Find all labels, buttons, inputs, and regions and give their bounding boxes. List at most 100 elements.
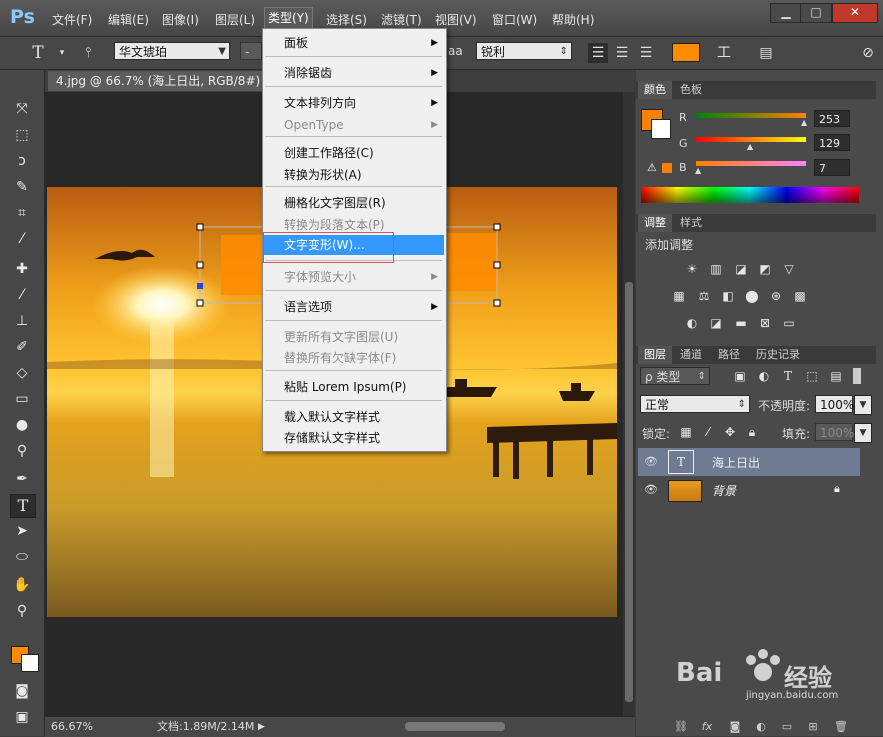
layer-name[interactable]: 背景: [712, 482, 736, 499]
new-adjustment-icon[interactable]: ◐: [754, 720, 768, 733]
exposure-icon[interactable]: ◩: [757, 262, 773, 276]
cancel-icon[interactable]: ⊘: [858, 43, 878, 63]
hand-tool-icon[interactable]: ✋: [10, 574, 34, 596]
tab-color[interactable]: 颜色: [638, 81, 672, 99]
link-layers-icon[interactable]: ⛓: [674, 720, 688, 733]
menu-image[interactable]: 图像(I): [162, 11, 199, 28]
b-slider-handle[interactable]: ▲: [695, 166, 701, 175]
menu-item-replace-missing-fonts[interactable]: 替换所有欠缺字体(F): [263, 348, 444, 368]
tab-history[interactable]: 历史记录: [750, 346, 806, 364]
filter-adjust-icon[interactable]: ◐: [756, 369, 772, 383]
align-right-icon[interactable]: ☰: [636, 43, 656, 63]
text-color-swatch[interactable]: [672, 43, 700, 62]
hue-icon[interactable]: ▦: [671, 289, 687, 303]
font-style-select[interactable]: -: [240, 42, 262, 60]
add-mask-icon[interactable]: ◙: [728, 720, 742, 733]
lasso-tool-icon[interactable]: ↄ: [10, 150, 34, 172]
eraser-tool-icon[interactable]: ◇: [10, 362, 34, 384]
tab-swatches[interactable]: 色板: [674, 81, 708, 99]
invert-icon[interactable]: ◐: [684, 316, 700, 330]
marquee-tool-icon[interactable]: ⬚: [10, 124, 34, 146]
brightness-icon[interactable]: ☀: [684, 262, 700, 276]
layer-filter-select[interactable]: ρ 类型 ⇕: [640, 367, 710, 385]
fill-input[interactable]: 100%: [815, 423, 854, 441]
ellipse-tool-icon[interactable]: ⬭: [10, 546, 34, 568]
blur-tool-icon[interactable]: ●: [10, 414, 34, 436]
background-color-swatch[interactable]: [21, 654, 39, 672]
align-center-icon[interactable]: ☰: [612, 43, 632, 63]
visibility-eye-icon[interactable]: 👁︎: [644, 483, 658, 496]
menu-filter[interactable]: 滤镜(T): [381, 11, 422, 28]
warp-text-icon[interactable]: 工: [714, 43, 734, 63]
tab-adjustments[interactable]: 调整: [638, 214, 672, 232]
antialias-select[interactable]: 锐利 ⇕: [476, 42, 572, 60]
color-background-swatch[interactable]: [651, 119, 671, 139]
b-slider[interactable]: [696, 161, 806, 166]
chevron-down-icon[interactable]: ▾: [52, 43, 72, 63]
color-lookup-icon[interactable]: ▩: [792, 289, 808, 303]
menu-item-opentype[interactable]: OpenType ▶: [263, 115, 444, 135]
type-tool-icon[interactable]: T: [28, 43, 48, 63]
zoom-level[interactable]: 66.67%: [51, 717, 93, 737]
brush-tool-icon[interactable]: ⁄: [10, 284, 34, 306]
crop-tool-icon[interactable]: ⌗: [10, 202, 34, 224]
curves-icon[interactable]: ◪: [733, 262, 749, 276]
warning-icon[interactable]: ⚠: [647, 161, 657, 174]
menu-file[interactable]: 文件(F): [52, 11, 92, 28]
chevron-down-icon[interactable]: ▼: [854, 423, 872, 443]
r-value[interactable]: 253: [814, 110, 850, 127]
menu-item-text-orientation[interactable]: 文本排列方向 ▶: [263, 93, 444, 113]
tab-styles[interactable]: 样式: [674, 214, 708, 232]
menu-item-anti-alias[interactable]: 消除锯齿 ▶: [263, 63, 444, 83]
new-group-icon[interactable]: ▭: [780, 720, 794, 733]
pen-tool-icon[interactable]: ✒: [10, 468, 34, 490]
tab-layers[interactable]: 图层: [638, 346, 672, 364]
document-tab[interactable]: 4.jpg @ 66.7% (海上日出, RGB/8#) *: [48, 71, 288, 91]
menu-item-panel[interactable]: 面板 ▶: [263, 33, 444, 53]
maximize-button[interactable]: □: [800, 3, 832, 23]
scroll-thumb[interactable]: [625, 282, 633, 702]
selective-color-icon[interactable]: ⊠: [757, 316, 773, 330]
menu-item-rasterize-type-layer[interactable]: 栅格化文字图层(R): [263, 193, 444, 213]
filter-smart-icon[interactable]: ▤: [828, 369, 844, 383]
character-panel-icon[interactable]: ▤: [756, 43, 776, 63]
menu-window[interactable]: 窗口(W): [492, 11, 537, 28]
horizontal-scrollbar[interactable]: [405, 722, 505, 731]
chevron-down-icon[interactable]: ▼: [854, 395, 872, 415]
layer-name[interactable]: 海上日出: [712, 454, 760, 471]
visibility-eye-icon[interactable]: 👁︎: [644, 455, 658, 468]
blend-mode-select[interactable]: 正常 ⇕: [640, 395, 750, 413]
quick-select-tool-icon[interactable]: ✎: [10, 176, 34, 198]
new-layer-icon[interactable]: ⊞: [806, 720, 820, 733]
status-menu-icon[interactable]: ▶: [258, 717, 265, 737]
layer-row-background[interactable]: 👁︎ 背景 🔒︎: [638, 476, 860, 504]
r-slider-handle[interactable]: ▲: [801, 118, 807, 127]
color-balance-icon[interactable]: ⚖: [696, 289, 712, 303]
menu-item-language-options[interactable]: 语言选项 ▶: [263, 297, 444, 317]
menu-item-create-work-path[interactable]: 创建工作路径(C): [263, 143, 444, 163]
gradient-tool-icon[interactable]: ▭: [10, 388, 34, 410]
tab-channels[interactable]: 通道: [674, 346, 708, 364]
black-white-icon[interactable]: ◧: [720, 289, 736, 303]
menu-item-font-preview-size[interactable]: 字体预览大小 ▶: [263, 267, 444, 287]
menu-item-convert-to-shape[interactable]: 转换为形状(A): [263, 165, 444, 185]
g-slider-handle[interactable]: ▲: [747, 142, 753, 151]
menu-type[interactable]: 类型(Y): [264, 7, 313, 29]
move-tool-icon[interactable]: ⤧: [10, 98, 34, 120]
menu-help[interactable]: 帮助(H): [552, 11, 594, 28]
fx-icon[interactable]: fx: [700, 720, 714, 733]
opacity-input[interactable]: 100%: [815, 395, 854, 413]
levels-icon[interactable]: ▥: [708, 262, 724, 276]
type-tool-icon[interactable]: T: [10, 494, 36, 518]
close-button[interactable]: ✕: [832, 3, 878, 23]
delete-layer-icon[interactable]: 🗑︎: [834, 720, 848, 733]
lock-pixels-icon[interactable]: ▦: [678, 425, 694, 439]
gamut-swatch[interactable]: [662, 163, 672, 173]
tab-paths[interactable]: 路径: [712, 346, 746, 364]
align-left-icon[interactable]: ☰: [588, 43, 608, 63]
eyedropper-tool-icon[interactable]: ⁄: [10, 228, 34, 250]
b-value[interactable]: 7: [814, 159, 850, 176]
menu-item-load-default-type-styles[interactable]: 载入默认文字样式: [263, 407, 444, 427]
font-family-select[interactable]: 华文琥珀 ▼: [114, 42, 230, 60]
filter-shape-icon[interactable]: ⬚: [804, 369, 820, 383]
